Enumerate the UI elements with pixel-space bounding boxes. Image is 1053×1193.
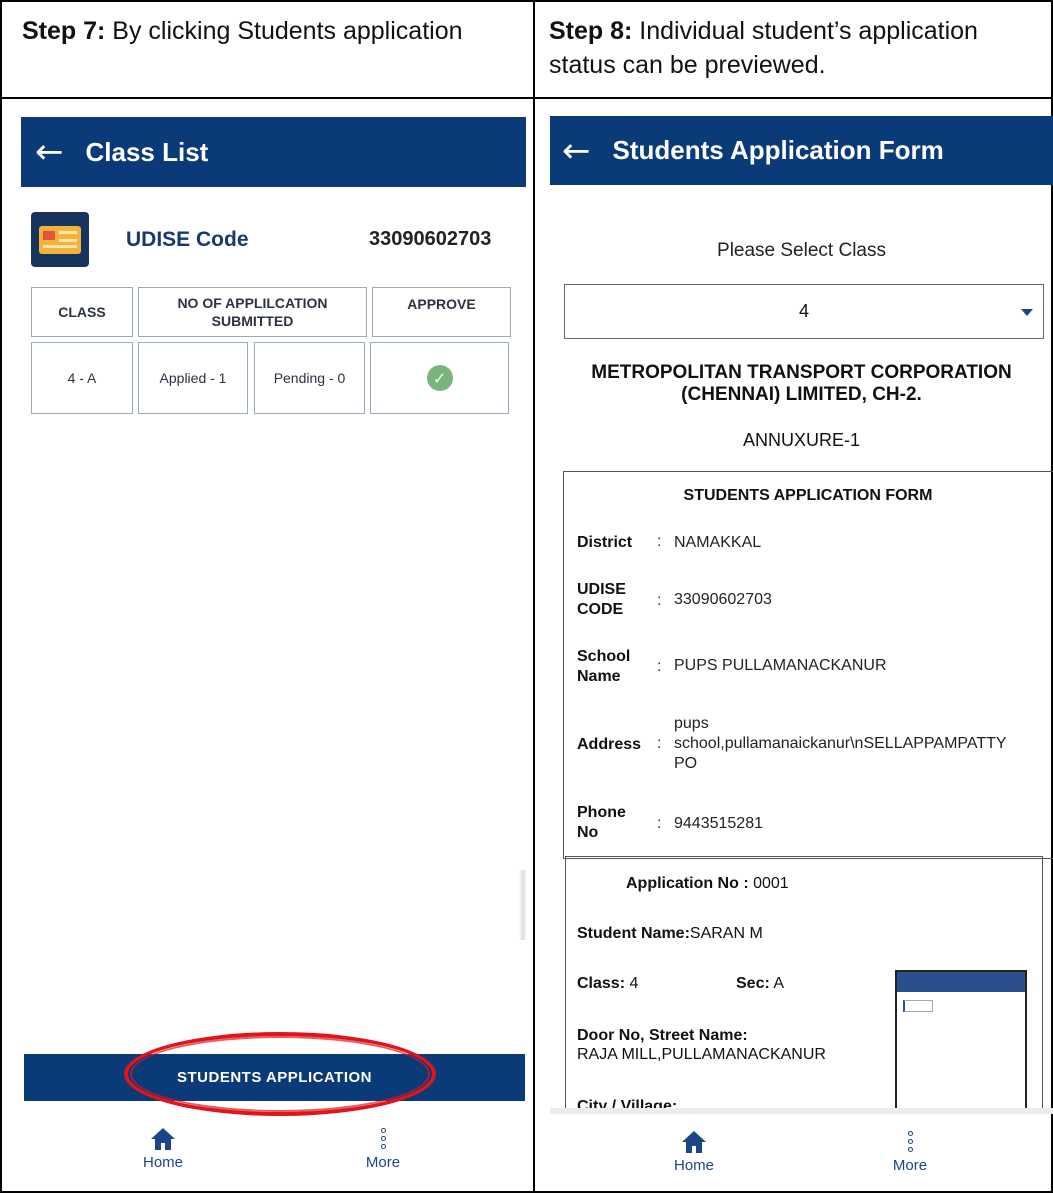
student-class: Class: 4 xyxy=(577,975,638,993)
phone-value: 9443515281 xyxy=(674,815,763,832)
approved-check-icon[interactable]: ✓ xyxy=(426,365,453,391)
udise-code-label: UDISE Code xyxy=(126,228,249,251)
nav-home[interactable]: Home xyxy=(140,1128,186,1171)
udise-code-value: 33090602703 xyxy=(369,228,492,250)
nav-home-label: Home xyxy=(673,1157,714,1174)
header-approve: APPROVE xyxy=(372,287,511,337)
udise-value: 33090602703 xyxy=(674,591,772,608)
organization-line-1: METROPOLITAN TRANSPORT CORPORATION xyxy=(591,362,1012,383)
back-arrow-icon[interactable]: ← xyxy=(562,134,591,168)
row-pending-cell[interactable]: Pending - 0 xyxy=(254,342,365,414)
row-divider xyxy=(0,97,1053,99)
class-select[interactable]: 4 xyxy=(564,284,1044,339)
student-section: Sec: A xyxy=(736,975,784,993)
nav-home-label: Home xyxy=(142,1154,183,1171)
student-photo-thumbnail xyxy=(895,970,1027,1110)
school-name-colon: : xyxy=(657,658,662,675)
annexure-label: ANNUXURE-1 xyxy=(742,430,861,450)
dropdown-caret-icon xyxy=(1021,309,1033,316)
more-vertical-icon xyxy=(380,1126,386,1150)
nav-home[interactable]: Home xyxy=(671,1131,717,1174)
phone-label-line-2: No xyxy=(577,824,599,841)
address-colon: : xyxy=(657,735,662,752)
row-class-cell: 4 - A xyxy=(31,342,133,414)
home-icon xyxy=(682,1131,706,1153)
student-class-value: 4 xyxy=(629,975,639,992)
application-form-appbar: ← Students Application Form xyxy=(550,116,1053,185)
scroll-shadow xyxy=(519,870,527,940)
student-section-label: Sec: xyxy=(736,975,770,992)
select-class-label: Please Select Class xyxy=(717,240,886,261)
application-number: Application No : 0001 xyxy=(626,875,789,893)
more-vertical-icon xyxy=(907,1129,913,1153)
header-class: CLASS xyxy=(31,287,133,337)
phone-label-line-1: Phone xyxy=(577,804,626,821)
school-name-label: School Name xyxy=(577,647,630,687)
application-number-value: 0001 xyxy=(753,875,789,892)
step-7-text: By clicking Students application xyxy=(105,17,463,45)
nav-more-label: More xyxy=(365,1154,401,1171)
phone-colon: : xyxy=(657,815,662,832)
class-list-appbar: ← Class List xyxy=(21,117,526,187)
phone-label: Phone No xyxy=(577,803,626,843)
step-7-caption: Step 7: By clicking Students application xyxy=(22,14,522,48)
highlight-oval-inner xyxy=(130,1036,430,1112)
nav-more-label: More xyxy=(892,1157,928,1174)
header-applications-submitted: NO OF APPLILCATION SUBMITTED xyxy=(138,287,367,337)
form-title: STUDENTS APPLICATION FORM xyxy=(683,487,933,504)
udise-label: UDISE CODE xyxy=(577,580,626,620)
district-colon: : xyxy=(657,533,662,550)
id-card-icon xyxy=(31,212,89,267)
row-approve-cell[interactable]: ✓ xyxy=(370,342,509,414)
door-street-value: RAJA MILL,PULLAMANACKANUR xyxy=(577,1046,826,1063)
organization-name: METROPOLITAN TRANSPORT CORPORATION (CHEN… xyxy=(550,362,1053,406)
class-select-value: 4 xyxy=(798,301,809,321)
address-line-3: PO xyxy=(674,755,698,772)
scroll-edge xyxy=(550,1108,1053,1114)
udise-label-line-1: UDISE xyxy=(577,581,626,598)
student-name: Student Name:SARAN M xyxy=(577,925,763,943)
udise-colon: : xyxy=(657,592,662,609)
step-8-label: Step 8: xyxy=(549,17,633,45)
column-divider xyxy=(533,0,535,1193)
address-label: Address xyxy=(577,736,642,753)
address-value: pups school,pullamanaickanur\nSELLAPPAMP… xyxy=(674,714,1007,774)
step-7-label: Step 7: xyxy=(22,17,106,45)
udise-label-line-2: CODE xyxy=(577,601,624,618)
student-name-value: SARAN M xyxy=(689,925,763,942)
door-street-label: Door No, Street Name: xyxy=(577,1027,748,1044)
nav-more[interactable]: More xyxy=(887,1129,933,1174)
row-applied-cell[interactable]: Applied - 1 xyxy=(138,342,248,414)
application-number-label: Application No : xyxy=(626,875,749,892)
nav-more[interactable]: More xyxy=(360,1126,406,1171)
page-title: Students Application Form xyxy=(612,135,944,165)
back-arrow-icon[interactable]: ← xyxy=(35,135,64,169)
school-name-label-line-1: School xyxy=(577,648,631,665)
organization-line-2: (CHENNAI) LIMITED, CH-2. xyxy=(681,384,922,405)
address-line-2: school,pullamanaickanur\nSELLAPPAMPATTY xyxy=(674,735,1007,752)
page-title: Class List xyxy=(85,136,209,167)
student-section-value: A xyxy=(773,975,785,992)
school-name-label-line-2: Name xyxy=(577,668,621,685)
address-line-1: pups xyxy=(674,715,709,732)
step-8-caption: Step 8: Individual student’s application… xyxy=(549,14,1039,82)
school-name-value: PUPS PULLAMANACKANUR xyxy=(674,657,887,674)
student-class-label: Class: xyxy=(577,975,626,992)
student-name-label: Student Name: xyxy=(577,925,690,942)
district-value: NAMAKKAL xyxy=(674,534,762,551)
home-icon xyxy=(151,1128,175,1150)
district-label: District xyxy=(577,534,633,551)
